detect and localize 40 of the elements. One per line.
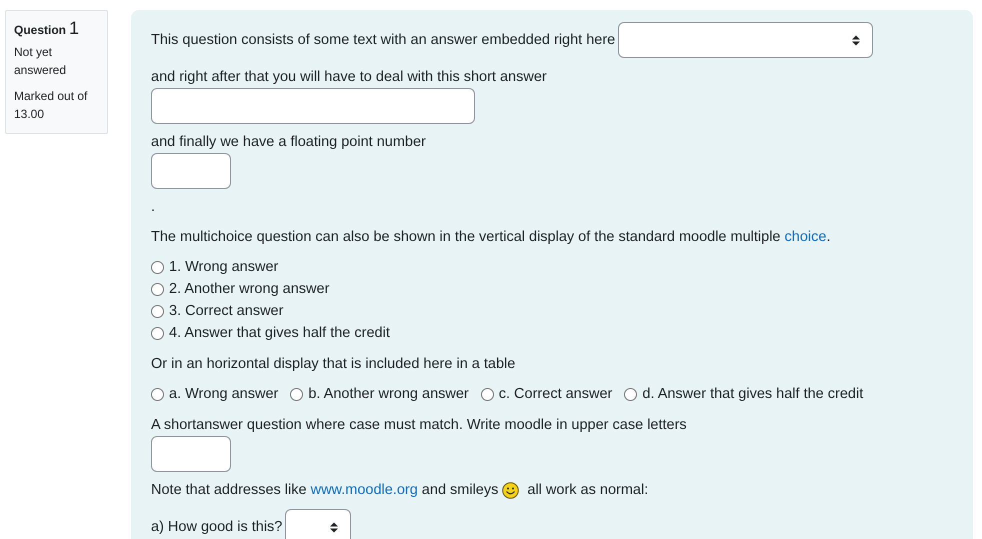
answer-option[interactable]: 3. Correct answer xyxy=(151,300,953,322)
question-text: The multichoice question can also be shown in the vertical display of the standard moodle multiple choice. xyxy=(151,228,830,246)
input-field[interactable] xyxy=(151,88,475,124)
radio-button[interactable] xyxy=(151,260,164,274)
answer-option[interactable]: b. Another wrong answer xyxy=(290,383,469,405)
question-text: . xyxy=(151,198,156,216)
answer-option[interactable]: 2. Another wrong answer xyxy=(151,278,953,300)
question-text: A shortanswer question where case must match. Write moodle in upper case letters xyxy=(151,416,687,434)
link[interactable]: www.moodle.org xyxy=(310,482,418,498)
link[interactable]: choice xyxy=(784,229,826,245)
question-text: This question consists of some text with an answer embedded right here xyxy=(151,31,616,49)
input-field[interactable] xyxy=(151,436,231,472)
question-label: Question xyxy=(14,23,66,37)
question-text: Note that addresses like www.moodle.org and smileys xyxy=(151,481,498,499)
answer-option[interactable]: a. Wrong answer xyxy=(151,383,278,405)
radio-button[interactable] xyxy=(290,388,304,400)
radio-button[interactable] xyxy=(151,388,164,400)
radio-button[interactable] xyxy=(151,304,164,318)
answer-option[interactable]: d. Answer that gives half the credit xyxy=(624,383,864,405)
question-number: 1 xyxy=(69,18,80,38)
radio-button[interactable] xyxy=(480,388,494,400)
sort-caret-icon xyxy=(330,522,338,532)
dropdown[interactable] xyxy=(618,22,874,58)
sort-caret-icon xyxy=(852,34,860,46)
question-text: Or in an horizontal display that is included here in a table xyxy=(151,355,516,373)
smiley-icon xyxy=(502,482,520,498)
answer-status: Not yet answered xyxy=(14,44,68,79)
radio-button[interactable] xyxy=(151,326,164,340)
radio-button[interactable] xyxy=(151,282,164,296)
answer-option[interactable]: 4. Answer that gives half the credit xyxy=(151,322,953,344)
question-text: all work as normal: xyxy=(527,481,648,499)
grade-text: Marked out of 13.00 xyxy=(14,88,88,123)
dropdown[interactable] xyxy=(285,509,352,539)
question-text: and finally we have a floating point number xyxy=(151,133,426,151)
answer-option[interactable]: 1. Wrong answer xyxy=(151,256,953,278)
answer-option[interactable]: c. Correct answer xyxy=(480,383,612,405)
radio-button[interactable] xyxy=(624,388,638,400)
question-text: a) How good is this? xyxy=(151,518,282,536)
input-field[interactable] xyxy=(151,153,231,189)
question-text: and right after that you will have to deal with this short answer xyxy=(151,68,547,86)
